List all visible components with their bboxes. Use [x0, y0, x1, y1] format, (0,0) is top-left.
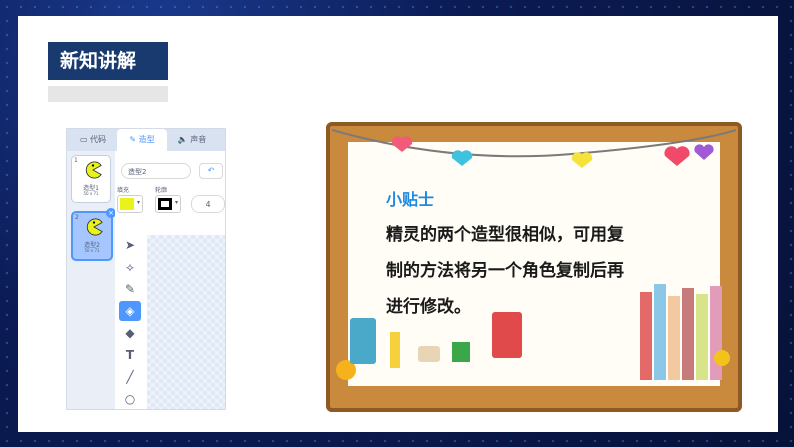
pacman-costume-icon — [85, 161, 102, 179]
fill-color-picker[interactable]: ▾ — [117, 195, 143, 213]
cartoon-characters-icon — [336, 312, 522, 380]
text-icon[interactable]: T — [119, 345, 141, 365]
line-icon[interactable]: ╱ — [119, 367, 141, 387]
costume-item-1[interactable]: 1 造型1 50 x 71 — [71, 155, 111, 203]
chevron-down-icon: ▾ — [136, 199, 140, 206]
brush-icon[interactable]: ✎ — [119, 279, 141, 299]
costume-item-2[interactable]: 2 × 造型2 50 x 71 — [71, 208, 116, 261]
fill-icon[interactable]: ◆ — [119, 323, 141, 343]
tab-code-label: 代码 — [90, 135, 107, 144]
tab-sounds[interactable]: 🔈 声音 — [169, 129, 215, 151]
costume-size: 50 x 71 — [84, 248, 100, 253]
tab-costumes[interactable]: ✎ 造型 — [117, 129, 167, 151]
tab-code[interactable]: ▭ 代码 — [71, 129, 115, 151]
editor-tabs: ▭ 代码 ✎ 造型 🔈 声音 — [67, 129, 225, 151]
outline-label: 轮廓 — [155, 187, 168, 194]
pacman-costume-icon — [86, 218, 103, 236]
tip-title: 小贴士 — [386, 190, 435, 209]
sound-icon: 🔈 — [177, 135, 191, 144]
fill-label: 填充 — [117, 187, 130, 194]
section-title: 新知讲解 — [48, 42, 168, 80]
scratch-editor: ▭ 代码 ✎ 造型 🔈 声音 1 造型1 50 x 71 2 × 造型2 50 … — [66, 128, 226, 410]
undo-icon[interactable]: ↶ — [199, 163, 223, 179]
tip-line-2: 制的方法将另一个角色复制后再 — [386, 261, 624, 281]
select-icon[interactable]: ➤ — [119, 235, 141, 255]
outline-color-swatch — [158, 198, 172, 210]
circle-icon[interactable]: ○ — [119, 389, 141, 409]
tip-board: 小贴士 精灵的两个造型很相似，可用复 制的方法将另一个角色复制后再 进行修改。 — [312, 96, 756, 416]
reshape-icon[interactable]: ⟡ — [119, 257, 141, 277]
tab-sounds-label: 声音 — [190, 135, 207, 144]
tab-costumes-label: 造型 — [138, 135, 155, 144]
hearts-garland-icon — [332, 129, 736, 168]
costume-list: 1 造型1 50 x 71 2 × 造型2 50 x 71 — [67, 151, 116, 409]
tip-line-1: 精灵的两个造型很相似，可用复 — [386, 225, 624, 245]
brush-icon: ✎ — [129, 135, 139, 144]
paint-editor: 造型2 ↶ 填充 轮廓 ▾ ▾ 4 ➤ ⟡ ✎ ◈ ◆ T ╱ ○ — [115, 151, 225, 409]
code-icon: ▭ — [79, 135, 91, 144]
paint-canvas[interactable] — [147, 235, 225, 409]
chevron-down-icon: ▾ — [174, 199, 178, 206]
costume-number: 1 — [74, 157, 78, 164]
eraser-icon[interactable]: ◈ — [119, 301, 141, 321]
costume-size: 50 x 71 — [83, 191, 99, 196]
outline-color-picker[interactable]: ▾ — [155, 195, 181, 213]
books-icon — [640, 284, 730, 380]
costume-name-input[interactable]: 造型2 — [121, 163, 191, 179]
costume-number: 2 — [75, 214, 79, 221]
title-underline — [48, 86, 168, 102]
outline-width-input[interactable]: 4 — [191, 195, 225, 213]
fill-color-swatch — [120, 198, 134, 210]
